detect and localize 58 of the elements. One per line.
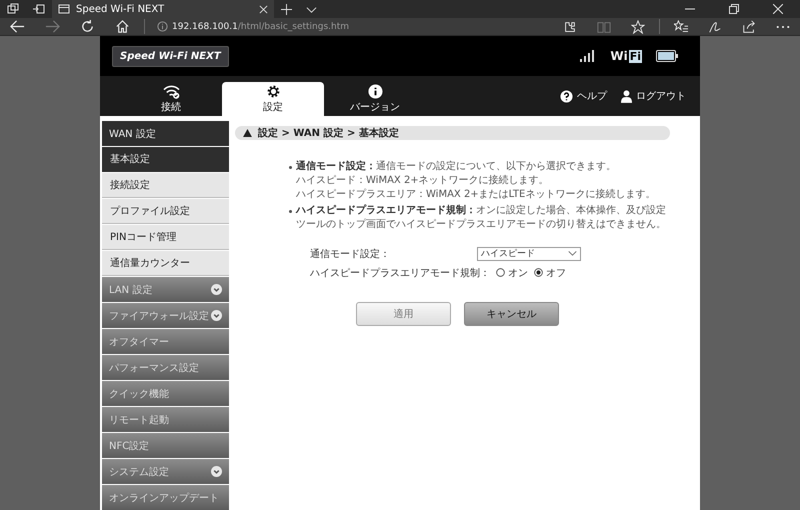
logo: Speed Wi-Fi NEXT: [112, 46, 229, 66]
chevron-down-icon: [211, 310, 222, 321]
tab-preview-icon[interactable]: [7, 3, 19, 15]
sidebar-subitem[interactable]: プロファイル設定: [102, 199, 229, 224]
chevron-down-icon: [211, 284, 222, 295]
note-text: ハイスピードプラスエリア：WiMAX 2+またはLTEネットワークに接続します。: [296, 188, 656, 202]
wifi-logo: Wi Fi: [610, 49, 642, 63]
pen-icon[interactable]: [708, 20, 722, 34]
radio-option[interactable]: オフ: [534, 266, 566, 280]
info-icon: [368, 84, 382, 99]
cancel-button[interactable]: キャンセル: [464, 302, 559, 326]
nav-tab[interactable]: 設定: [222, 82, 324, 116]
field-label: 通信モード設定：: [310, 248, 391, 260]
favorites-list-icon[interactable]: [674, 20, 688, 34]
breadcrumb: 設定 > WAN 設定 > 基本設定: [258, 126, 399, 140]
wifi-icon: [162, 84, 180, 99]
header-link[interactable]: ヘルプ: [560, 89, 607, 103]
back-arrow-icon[interactable]: [10, 19, 25, 34]
sidebar-subitem[interactable]: 接続設定: [102, 173, 229, 198]
note-text: 通信モード設定：通信モードの設定について、以下から選択できます。: [296, 160, 617, 174]
close-icon[interactable]: [773, 4, 783, 14]
close-icon[interactable]: [259, 4, 268, 14]
book-icon[interactable]: [597, 20, 611, 34]
puzzle-icon[interactable]: [563, 20, 577, 34]
sidebar-subitem[interactable]: 通信量カウンター: [102, 251, 229, 276]
nav-tab[interactable]: 接続: [120, 82, 222, 116]
info-icon[interactable]: [157, 21, 168, 32]
help-icon: [560, 90, 573, 102]
battery-icon: [656, 50, 678, 62]
set-aside-tabs-icon[interactable]: [33, 3, 45, 15]
new-tab-icon[interactable]: [281, 4, 292, 14]
signal-icon: [580, 50, 596, 62]
star-icon[interactable]: [631, 20, 645, 34]
field-label: ハイスピードプラスエリアモード規制：: [310, 266, 490, 280]
sidebar-item[interactable]: WAN 設定: [102, 121, 229, 146]
user-icon: [621, 90, 632, 102]
header-link[interactable]: ログアウト: [621, 89, 686, 103]
page-icon: [58, 3, 70, 15]
gear-icon: [266, 84, 280, 99]
sidebar-subitem[interactable]: PINコード管理: [102, 225, 229, 250]
note-text: ハイスピードプラスエリアモード規制：オンに設定した場合、本体操作、及び設定ツールのトップ画面でハイスピードプラスエリアモードの切り替えはできません。: [296, 204, 667, 232]
mode-select[interactable]: ハイスピード: [477, 246, 581, 260]
bullet-icon: [289, 210, 292, 213]
sidebar-item[interactable]: システム設定: [102, 459, 229, 484]
radio-option[interactable]: オン: [496, 266, 528, 280]
bullet-icon: [289, 166, 292, 169]
triangle-icon: [243, 129, 252, 137]
note-text: ハイスピード：WiMAX 2+ネットワークに接続します。: [296, 174, 550, 188]
chevron-down-icon: [211, 466, 222, 477]
restore-icon[interactable]: [729, 4, 739, 14]
refresh-icon[interactable]: [80, 19, 95, 34]
sidebar-subitem[interactable]: 基本設定: [102, 147, 229, 172]
home-icon[interactable]: [115, 19, 130, 34]
chevron-down-icon: [568, 251, 577, 256]
nav-tab[interactable]: バージョン: [324, 82, 426, 116]
sidebar-item[interactable]: パフォーマンス設定: [102, 355, 229, 380]
browser-tab[interactable]: Speed Wi-Fi NEXT: [52, 0, 274, 18]
share-icon[interactable]: [742, 20, 756, 34]
